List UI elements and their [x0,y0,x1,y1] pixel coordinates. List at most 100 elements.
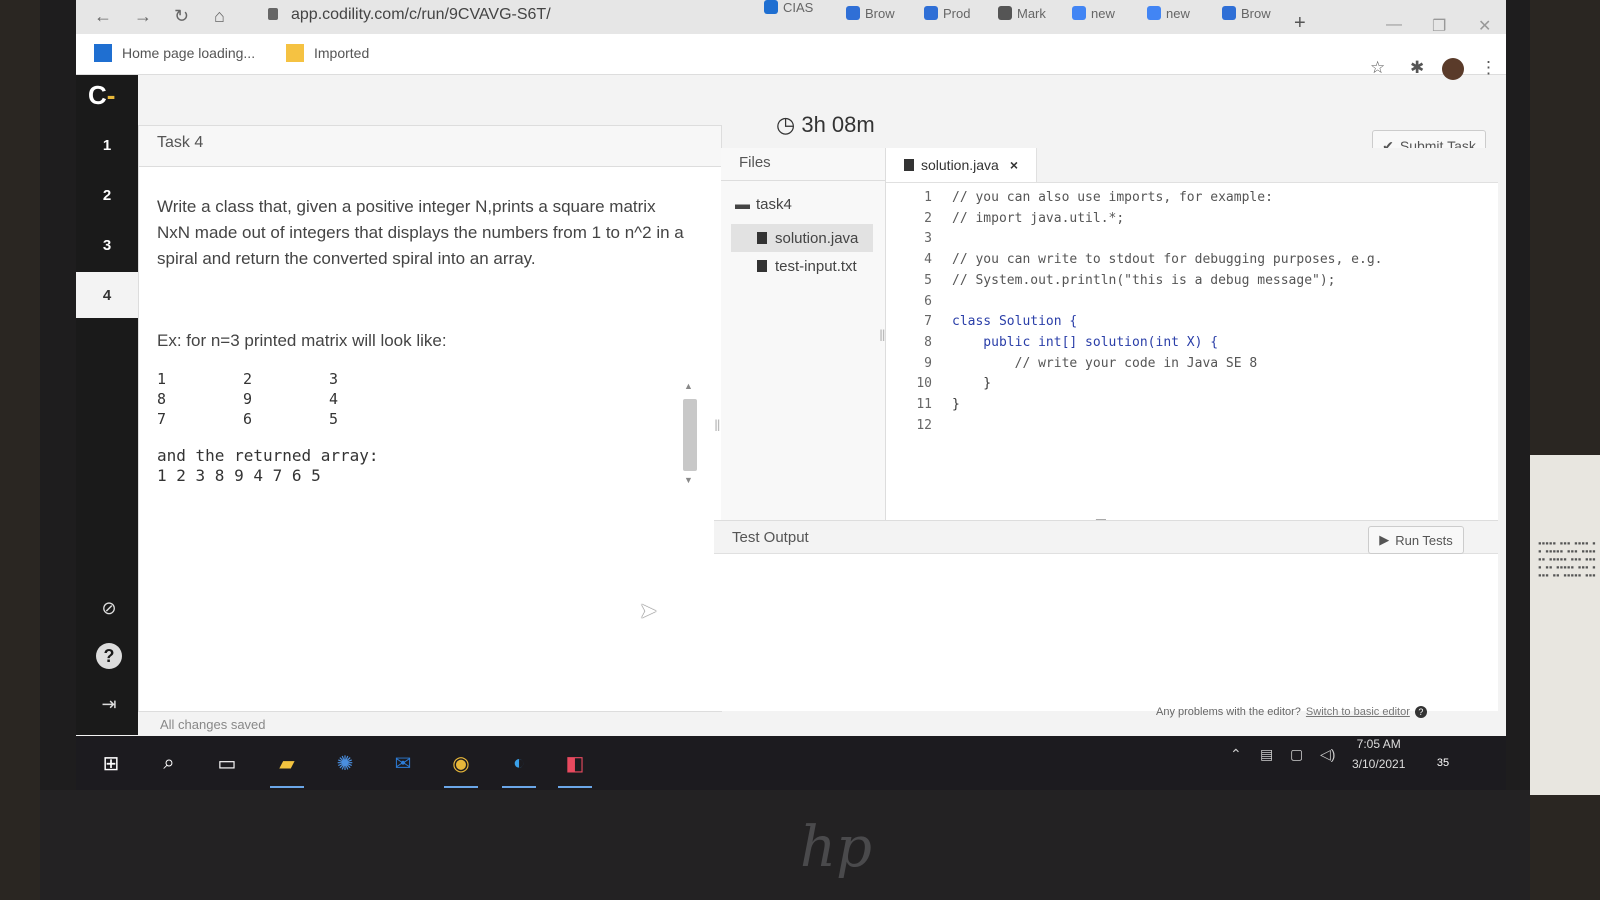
menu-dots-icon[interactable]: ⋮ [1480,58,1497,78]
system-clock[interactable]: 7:05 AM 3/10/2021 [1352,734,1405,774]
code-line[interactable]: } [952,374,1382,395]
example-intro: Ex: for n=3 printed matrix will look lik… [157,331,447,350]
outlook-icon[interactable]: ✉ [386,746,420,780]
editor-tab-solution[interactable]: solution.java × [886,148,1038,182]
task-view-icon[interactable]: ▭ [210,746,244,780]
intellij-icon[interactable]: ◧ [558,746,592,788]
search-icon[interactable]: ⌕ [152,746,186,780]
notification-count: 35 [1436,757,1450,769]
task-header: Task 4 [139,126,721,167]
scroll-down-icon[interactable]: ▼ [684,475,693,485]
line-numbers: 1 2 3 4 5 6 7 8 9 10 11 12 [886,188,932,436]
folder-open-icon: ▬ [735,196,750,213]
browser-tab-partial[interactable]: CIAS [764,0,813,20]
vertical-splitter[interactable]: ‖ [714,418,721,436]
edge-icon[interactable]: ◐ [502,746,536,788]
code-line[interactable] [952,292,1382,313]
exit-icon[interactable]: ⇥ [96,691,122,717]
tray-chevron-icon[interactable]: ⌃ [1230,746,1242,763]
bookmark-imported[interactable]: Imported [286,44,369,62]
tab-favicon [998,6,1012,20]
star-icon[interactable]: ☆ [1370,58,1385,78]
code-editor[interactable]: solution.java × 1 2 3 4 5 6 7 8 9 10 11 12 // you c… [886,148,1498,520]
code-line[interactable]: // you can write to stdout for debugging… [952,250,1382,271]
run-tests-button[interactable]: ▶ Run Tests [1368,526,1464,554]
home-icon[interactable]: ⌂ [214,6,225,27]
browser-tab[interactable]: new [1072,0,1115,26]
extensions-icon[interactable]: ✱ [1410,58,1424,78]
bookmark-label: Imported [314,45,370,61]
logo-letter: C [88,80,107,110]
bookmark-home-page[interactable]: Home page loading... [94,44,255,62]
help-icon[interactable]: ? [96,643,122,669]
browser-tab[interactable]: Brow [1222,0,1271,26]
notifications-icon[interactable]: 35 [1426,746,1460,780]
tray-device-icon[interactable]: ▤ [1260,746,1273,763]
reload-icon[interactable]: ↻ [174,6,189,27]
files-header: Files [721,148,885,181]
description-scrollbar[interactable]: ▲ ▼ [681,381,697,489]
minimize-icon[interactable]: — [1386,16,1402,34]
volume-icon[interactable]: ◁) [1320,746,1335,763]
windows-taskbar: ⊞ ⌕ ▭ ▰ ✺ ✉ ◉ ◐ ◧ ⌃ ▤ ▢ ◁) 7:05 AM 3/10/… [76,736,1506,790]
code-line[interactable]: // write your code in Java SE 8 [952,354,1382,375]
forward-icon[interactable]: → [134,6,152,27]
restore-icon[interactable]: ❐ [1432,16,1446,36]
browser-tab[interactable]: new [1147,0,1190,26]
profile-avatar[interactable] [1442,58,1464,80]
code-line[interactable]: } [952,395,1382,416]
files-splitter[interactable]: ‖ [879,328,886,346]
file-solution-java[interactable]: solution.java [731,224,873,252]
network-icon[interactable]: ▢ [1290,746,1303,763]
code-line[interactable]: public int[] solution(int X) { [952,333,1382,354]
browser-tab[interactable]: Mark [998,0,1046,26]
monitor-chin [40,790,1530,900]
new-tab-button[interactable]: + [1294,12,1306,35]
task-nav-2[interactable]: 2 [76,172,138,218]
matrix-row: 1 2 3 [157,369,415,389]
codility-logo[interactable]: C- [88,80,115,111]
code-line[interactable] [952,229,1382,250]
browser-tab[interactable]: Brow [846,0,895,26]
file-test-input[interactable]: test-input.txt [731,252,873,280]
address-bar[interactable]: app.codility.com/c/run/9CVAVG-S6T/ [291,6,551,24]
task-nav-1[interactable]: 1 [76,122,138,168]
screen: ← → ↻ ⌂ app.codility.com/c/run/9CVAVG-S6… [76,0,1506,790]
line-number: 9 [924,355,932,371]
matrix-cell: 5 [329,410,339,428]
scroll-thumb[interactable] [683,399,697,471]
line-number: 5 [924,272,932,288]
code-line[interactable]: // System.out.println("this is a debug m… [952,271,1382,292]
task-nav-4[interactable]: 4 [76,272,138,318]
code-line[interactable] [952,416,1382,437]
back-icon[interactable]: ← [94,6,112,27]
close-window-icon[interactable]: ✕ [1478,16,1491,36]
visibility-off-icon[interactable]: ⊘ [96,595,122,621]
code-line[interactable]: class Solution { [952,312,1382,333]
chrome-icon[interactable]: ◉ [444,746,478,788]
files-title: Files [739,154,771,171]
task-nav-3[interactable]: 3 [76,222,138,268]
code-line[interactable]: // import java.util.*; [952,209,1382,230]
switch-basic-editor-link[interactable]: Switch to basic editor [1306,706,1410,718]
help-circle-icon[interactable]: ? [1414,706,1427,718]
close-tab-icon[interactable]: × [1010,157,1018,173]
file-label: solution.java [775,229,859,247]
tab-favicon [846,6,860,20]
task-description: Write a class that, given a positive int… [157,197,684,268]
folder-task4[interactable]: ▬ task4 [735,196,792,213]
file-explorer-icon[interactable]: ▰ [270,746,304,788]
code-text[interactable]: // you can also use imports, for example… [952,188,1382,436]
lock-icon [268,8,278,20]
code-line[interactable]: // you can also use imports, for example… [952,188,1382,209]
tab-favicon [1072,6,1086,20]
scroll-up-icon[interactable]: ▲ [684,381,693,391]
browser-tab[interactable]: Prod [924,0,970,26]
windows-start-icon[interactable]: ⊞ [94,746,128,780]
line-number: 10 [916,376,932,392]
line-number: 4 [924,252,932,268]
editor-problems-note: Any problems with the editor? Switch to … [1156,706,1427,718]
clock-time: 7:05 AM [1356,737,1401,751]
settings-app-icon[interactable]: ✺ [328,746,362,780]
matrix-cell: 3 [329,370,339,388]
